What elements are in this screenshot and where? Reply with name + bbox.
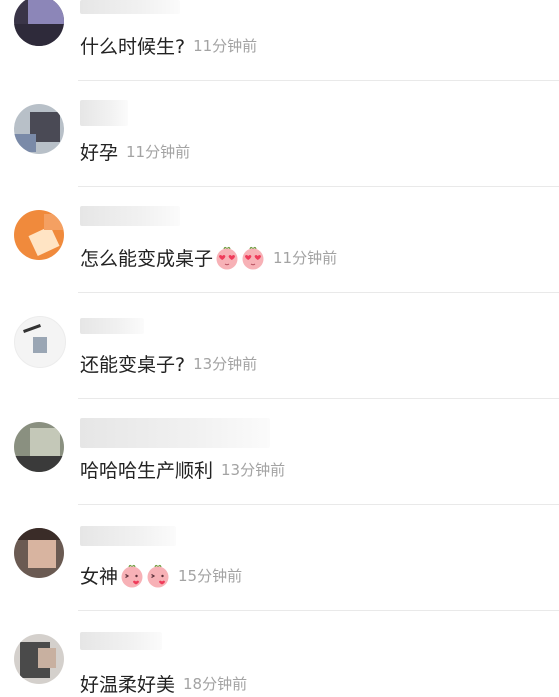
divider xyxy=(78,186,559,187)
comment-time: 15分钟前 xyxy=(178,567,243,585)
kiss-face-icon xyxy=(121,564,143,587)
comment-time: 13分钟前 xyxy=(193,355,258,373)
avatar[interactable] xyxy=(14,0,64,46)
avatar[interactable] xyxy=(14,104,64,154)
comment-time: 11分钟前 xyxy=(126,143,191,161)
avatar[interactable] xyxy=(14,316,66,368)
heart-eyes-face-icon xyxy=(216,246,238,269)
comment-text: 什么时候生? xyxy=(80,36,186,58)
comment-time: 11分钟前 xyxy=(193,37,258,55)
avatar[interactable] xyxy=(14,210,64,260)
divider xyxy=(78,80,559,81)
comment-text: 好孕 xyxy=(80,142,119,164)
comment-time: 18分钟前 xyxy=(183,675,248,693)
comment-text: 哈哈哈生产顺利 xyxy=(80,460,214,482)
comment-text: 怎么能变成桌子 xyxy=(80,248,214,270)
comment-text: 好温柔好美 xyxy=(80,674,176,696)
divider xyxy=(78,504,559,505)
username-redacted xyxy=(80,0,180,14)
username-redacted xyxy=(80,100,128,126)
avatar[interactable] xyxy=(14,422,64,472)
comment-text: 女神 xyxy=(80,566,119,588)
username-redacted xyxy=(80,206,180,226)
kiss-face-icon xyxy=(147,564,169,587)
username-redacted xyxy=(80,418,270,448)
username-redacted xyxy=(80,526,176,546)
divider xyxy=(78,610,559,611)
heart-eyes-face-icon xyxy=(242,246,264,269)
username-redacted xyxy=(80,318,144,334)
comment-text: 还能变桌子? xyxy=(80,354,186,376)
avatar[interactable] xyxy=(14,634,64,684)
avatar[interactable] xyxy=(14,528,64,578)
username-redacted xyxy=(80,632,162,650)
comment-time: 11分钟前 xyxy=(273,249,338,267)
comment-time: 13分钟前 xyxy=(221,461,286,479)
divider xyxy=(78,292,559,293)
divider xyxy=(78,398,559,399)
